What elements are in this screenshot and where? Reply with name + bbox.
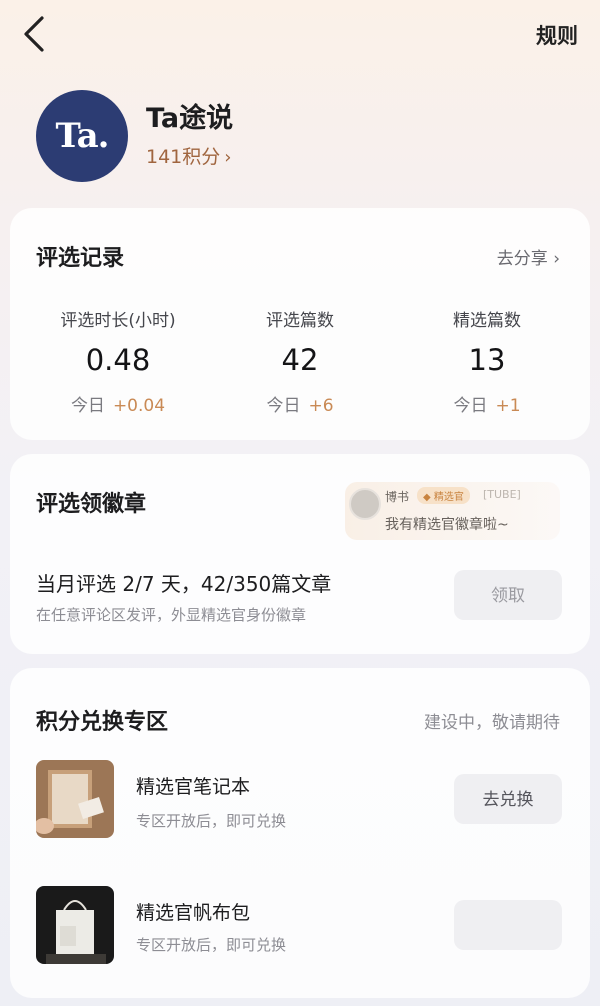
today-delta: +6: [308, 396, 334, 416]
exchange-status: 建设中，敬请期待: [424, 713, 560, 733]
notebook-image: [36, 760, 114, 838]
claim-button[interactable]: 领取: [454, 570, 562, 620]
rules-link[interactable]: 规则: [536, 20, 578, 50]
exchange-card: 积分兑换专区 建设中，敬请期待 精选官笔记本 专区开放后，即可兑换 去兑换 精选…: [10, 668, 590, 998]
item-name: 精选官帆布包: [136, 902, 251, 924]
today-label: 今日: [266, 396, 301, 416]
exchange-button[interactable]: [454, 900, 562, 950]
avatar-logo-text: Ta.: [55, 116, 110, 156]
avatar[interactable]: Ta.: [36, 90, 128, 182]
stat-today: 今日 +1: [397, 391, 577, 416]
badge-preview-bubble: 博书 ◆ 精选官 [TUBE] 我有精选官徽章啦~: [345, 482, 560, 540]
stat-selected: 精选篇数 13 今日 +1: [397, 306, 577, 416]
user-name: Ta途说: [146, 103, 234, 134]
back-icon[interactable]: [18, 12, 54, 56]
profile-header: Ta. Ta途说 141积分 ›: [36, 90, 556, 182]
today-label: 今日: [453, 396, 488, 416]
stat-value: 42: [281, 343, 319, 377]
today-label: 今日: [70, 396, 105, 416]
badge-title: 评选领徽章: [36, 492, 147, 517]
avatar: [349, 488, 381, 520]
badge-card: 评选领徽章 博书 ◆ 精选官 [TUBE] 我有精选官徽章啦~ 当月评选 2/7…: [10, 454, 590, 654]
stat-today: 今日 +0.04: [28, 391, 208, 416]
task-description: 在任意评论区发评，外显精选官身份徽章: [36, 606, 307, 624]
bubble-time: [TUBE]: [483, 488, 521, 501]
stat-value: 13: [468, 343, 506, 377]
stat-label: 精选篇数: [453, 311, 521, 331]
exchange-title: 积分兑换专区: [36, 710, 169, 735]
stat-today: 今日 +6: [210, 391, 390, 416]
item-sub: 专区开放后，即可兑换: [136, 936, 287, 954]
tote-bag-image: [36, 886, 114, 964]
stat-value: 0.48: [85, 343, 151, 377]
badge-label: 精选官: [433, 492, 464, 503]
chevron-right-icon: ›: [224, 147, 232, 168]
today-delta: +0.04: [112, 396, 166, 416]
item-sub: 专区开放后，即可兑换: [136, 812, 287, 830]
bubble-message: 我有精选官徽章啦~: [385, 517, 509, 533]
record-card: 评选记录 去分享 › 评选时长(小时) 0.48 今日 +0.04 评选篇数 42…: [10, 208, 590, 440]
today-delta: +1: [495, 396, 521, 416]
selector-badge: ◆ 精选官: [417, 487, 470, 504]
top-bar: 规则: [0, 0, 600, 70]
exchange-button[interactable]: 去兑换: [454, 774, 562, 824]
item-name: 精选官笔记本: [136, 776, 251, 798]
bubble-user: 博书: [385, 490, 410, 504]
stat-label: 评选篇数: [266, 311, 334, 331]
share-link[interactable]: 去分享 ›: [497, 244, 560, 269]
stat-label: 评选时长(小时): [60, 311, 176, 331]
task-progress: 当月评选 2/7 天，42/350篇文章: [36, 572, 332, 596]
stat-reviewed: 评选篇数 42 今日 +6: [210, 306, 390, 416]
points-link[interactable]: 141积分 ›: [146, 142, 231, 169]
badge-star-icon: ◆: [423, 492, 431, 503]
stat-duration: 评选时长(小时) 0.48 今日 +0.04: [28, 306, 208, 416]
record-title: 评选记录: [36, 246, 125, 271]
points-value: 141积分: [146, 146, 221, 168]
